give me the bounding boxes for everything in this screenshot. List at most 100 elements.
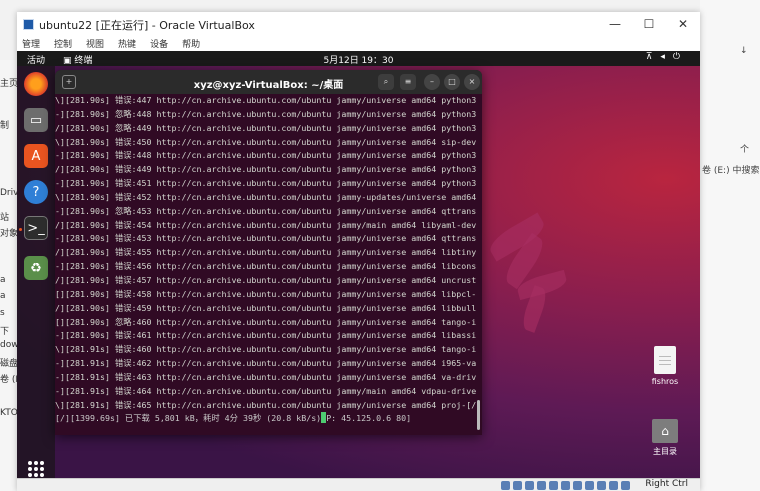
terminal-line: [/][1399.69s] 已下载 5,801 kB，耗时 4分 39秒 (20…	[55, 412, 476, 426]
host-search-hint[interactable]: 卷 (E:) 中搜索	[702, 163, 759, 176]
home-folder-icon: ⌂	[652, 419, 678, 443]
host-label: dow	[0, 340, 19, 350]
network-icon: ⊼	[645, 52, 661, 62]
host-label: s	[0, 308, 5, 318]
terminal-line: -][281.90s] 错误:451 http://cn.archive.ubu…	[55, 177, 476, 191]
guest-screen: 活动 ▣ 终端 5月12日 19：30 ⊼◂⏻ ▭ A ? >_ ♻ + xyz…	[17, 51, 700, 478]
trash-icon[interactable]: ♻	[24, 256, 48, 280]
hdd-icon[interactable]	[501, 481, 510, 490]
desktop-file-fishros[interactable]: fishros	[641, 346, 689, 386]
software-center-icon[interactable]: A	[24, 144, 48, 168]
terminal-line-text: -][281.91s] 错误:464 http://cn.archive.ubu…	[55, 385, 476, 396]
keyboard-icon[interactable]	[621, 481, 630, 490]
terminal-line-text: -][281.90s] 错误:453 http://cn.archive.ubu…	[55, 233, 476, 244]
desktop-home-label: 主目录	[653, 447, 677, 456]
host-explorer-sidebar: 主页 制 Drive 站 对象 a a s 下 dow 磁盘 卷 (E KTO	[0, 60, 24, 491]
terminal-line-text: -][281.90s] 错误:451 http://cn.archive.ubu…	[55, 178, 476, 189]
menu-manage[interactable]: 管理	[22, 37, 40, 51]
menu-control[interactable]: 控制	[54, 37, 72, 51]
terminal-line-text: -][281.90s] 错误:461 http://cn.archive.ubu…	[55, 330, 476, 341]
terminal-line: \][281.90s] 错误:450 http://cn.archive.ubu…	[55, 136, 476, 150]
optical-icon[interactable]	[513, 481, 522, 490]
terminal-line: -][281.90s] 错误:461 http://cn.archive.ubu…	[55, 329, 476, 343]
help-icon[interactable]: ?	[24, 180, 48, 204]
terminal-line-text: -][281.91s] 错误:462 http://cn.archive.ubu…	[55, 358, 476, 369]
mouse-integration-icon[interactable]	[609, 481, 618, 490]
terminal-line-text: /][281.90s] 错误:459 http://cn.archive.ubu…	[55, 302, 476, 313]
terminal-line-text: \][281.90s] 错误:452 http://cn.archive.ubu…	[55, 191, 476, 202]
close-icon[interactable]: ×	[464, 74, 480, 90]
terminal-line-text: [/][1399.69s] 已下载 5,801 kB，耗时 4分 39秒 (20…	[55, 413, 322, 424]
menu-devices[interactable]: 设备	[150, 37, 168, 51]
terminal-line: /][281.90s] 忽略:449 http://cn.archive.ubu…	[55, 122, 476, 136]
audio-icon[interactable]	[525, 481, 534, 490]
cpu-icon[interactable]	[597, 481, 606, 490]
desktop-home-folder[interactable]: ⌂ 主目录	[641, 419, 689, 457]
minimize-icon[interactable]: –	[424, 74, 440, 90]
host-explorer-right: ↓ 个 卷 (E:) 中搜索	[700, 0, 760, 491]
menu-icon[interactable]: ≡	[400, 74, 416, 90]
terminal-line-text: /][281.90s] 错误:457 http://cn.archive.ubu…	[55, 274, 476, 285]
system-tray[interactable]: ⊼◂⏻	[646, 52, 688, 62]
terminal-line-text: [][281.90s] 错误:458 http://cn.archive.ubu…	[55, 288, 476, 299]
status-icons	[501, 481, 630, 490]
show-apps-icon[interactable]	[28, 461, 44, 477]
clock[interactable]: 5月12日 19：30	[17, 53, 700, 66]
terminal-line-text: [][281.90s] 忽略:460 http://cn.archive.ubu…	[55, 316, 476, 327]
power-icon: ⏻	[672, 52, 688, 62]
firefox-icon[interactable]	[24, 72, 48, 96]
menu-help[interactable]: 帮助	[182, 37, 200, 51]
terminal-output[interactable]: \][281.90s] 错误:447 http://cn.archive.ubu…	[55, 94, 476, 435]
file-icon	[654, 346, 676, 374]
volume-icon: ◂	[660, 52, 673, 62]
terminal-scrollbar[interactable]	[477, 400, 480, 430]
terminal-line: -][281.90s] 忽略:453 http://cn.archive.ubu…	[55, 205, 476, 219]
desktop-file-label: fishros	[651, 377, 679, 386]
terminal-line-text: /][281.90s] 错误:449 http://cn.archive.ubu…	[55, 164, 476, 175]
ubuntu-topbar: 活动 ▣ 终端 5月12日 19：30 ⊼◂⏻	[17, 51, 700, 66]
menu-hotkey[interactable]: 热键	[118, 37, 136, 51]
vbox-menubar: 管理 控制 视图 热键 设备 帮助	[17, 37, 700, 51]
terminal-line: -][281.91s] 错误:463 http://cn.archive.ubu…	[55, 371, 476, 385]
terminal-title: xyz@xyz-VirtualBox: ~/桌面	[193, 80, 344, 91]
shared-folder-icon[interactable]	[561, 481, 570, 490]
host-key-label: Right Ctrl	[645, 479, 688, 489]
host-label: 下	[0, 327, 10, 337]
terminal-line-text: -][281.90s] 忽略:448 http://cn.archive.ubu…	[55, 108, 476, 119]
minimize-button[interactable]: —	[598, 12, 632, 37]
menu-view[interactable]: 视图	[86, 37, 104, 51]
terminal-line-text: -][281.91s] 错误:463 http://cn.archive.ubu…	[55, 371, 476, 382]
terminal-line: -][281.90s] 忽略:448 http://cn.archive.ubu…	[55, 108, 476, 122]
search-icon[interactable]: ⌕	[378, 74, 394, 90]
terminal-line: -][281.90s] 错误:453 http://cn.archive.ubu…	[55, 232, 476, 246]
host-label: a	[0, 291, 6, 301]
network-status-icon[interactable]	[537, 481, 546, 490]
terminal-line-text: /][281.90s] 错误:455 http://cn.archive.ubu…	[55, 247, 476, 258]
window-titlebar: ubuntu22 [正在运行] - Oracle VirtualBox — ☐ …	[17, 12, 700, 37]
terminal-line-text: -][281.90s] 错误:456 http://cn.archive.ubu…	[55, 261, 476, 272]
host-label: ↓	[740, 46, 748, 56]
maximize-button[interactable]: ☐	[632, 12, 666, 37]
close-button[interactable]: ✕	[666, 12, 700, 37]
window-title: ubuntu22 [正在运行] - Oracle VirtualBox	[39, 18, 255, 32]
terminal-line-text: \][281.91s] 错误:460 http://cn.archive.ubu…	[55, 344, 476, 355]
files-icon[interactable]: ▭	[24, 108, 48, 132]
terminal-line: /][281.90s] 错误:459 http://cn.archive.ubu…	[55, 302, 476, 316]
terminal-line-text: -][281.90s] 错误:448 http://cn.archive.ubu…	[55, 150, 476, 161]
terminal-line-text: /][281.90s] 错误:454 http://cn.archive.ubu…	[55, 219, 476, 230]
host-label: a	[0, 275, 6, 285]
terminal-line: [][281.90s] 忽略:460 http://cn.archive.ubu…	[55, 316, 476, 330]
maximize-icon[interactable]: □	[444, 74, 460, 90]
host-label: KTO	[0, 408, 18, 418]
recording-icon[interactable]	[585, 481, 594, 490]
terminal-icon[interactable]: >_	[24, 216, 48, 240]
terminal-window[interactable]: + xyz@xyz-VirtualBox: ~/桌面 ⌕ ≡ – □ × \][…	[55, 70, 482, 435]
terminal-line-text: /][281.90s] 忽略:449 http://cn.archive.ubu…	[55, 122, 476, 133]
terminal-line: [][281.90s] 错误:458 http://cn.archive.ubu…	[55, 288, 476, 302]
host-label: 对象	[0, 229, 19, 239]
usb-icon[interactable]	[549, 481, 558, 490]
terminal-line: -][281.90s] 错误:448 http://cn.archive.ubu…	[55, 149, 476, 163]
terminal-line: /][281.90s] 错误:449 http://cn.archive.ubu…	[55, 163, 476, 177]
display-icon[interactable]	[573, 481, 582, 490]
terminal-line-text: \][281.91s] 错误:465 http://cn.archive.ubu…	[55, 399, 476, 410]
